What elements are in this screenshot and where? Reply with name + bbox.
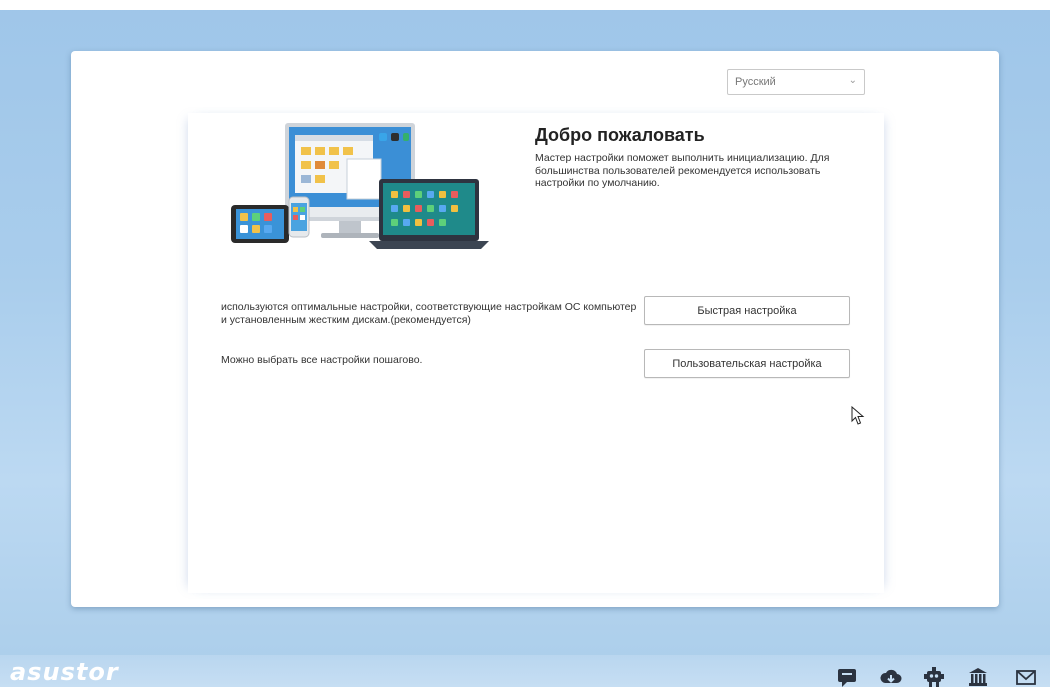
mouse-cursor-icon — [851, 406, 865, 425]
quick-setup-button[interactable]: Быстрая настройка — [644, 296, 850, 325]
setup-wizard-card: Русский ⌄ Добро пожаловать Мастер настро… — [71, 51, 999, 607]
custom-setup-description: Можно выбрать все настройки пошагово. — [221, 354, 423, 366]
welcome-description: Мастер настройки поможет выполнить иници… — [535, 152, 830, 189]
welcome-title: Добро пожаловать — [535, 125, 705, 145]
language-select-value: Русский — [735, 76, 776, 88]
quick-setup-description: используются оптимальные настройки, соот… — [221, 301, 637, 326]
top-strip — [0, 0, 1050, 10]
cloud-download-icon[interactable] — [880, 666, 902, 687]
custom-setup-button[interactable]: Пользовательская настройка — [644, 349, 850, 378]
devices-illustration — [231, 123, 489, 249]
robot-icon[interactable] — [923, 666, 945, 687]
language-select[interactable]: Русский ⌄ — [727, 69, 865, 95]
mail-icon[interactable] — [1015, 666, 1037, 687]
chat-icon[interactable] — [836, 666, 858, 687]
asustor-logo: asustor — [10, 658, 119, 686]
chevron-down-icon: ⌄ — [848, 75, 857, 86]
bank-icon[interactable] — [967, 666, 989, 687]
